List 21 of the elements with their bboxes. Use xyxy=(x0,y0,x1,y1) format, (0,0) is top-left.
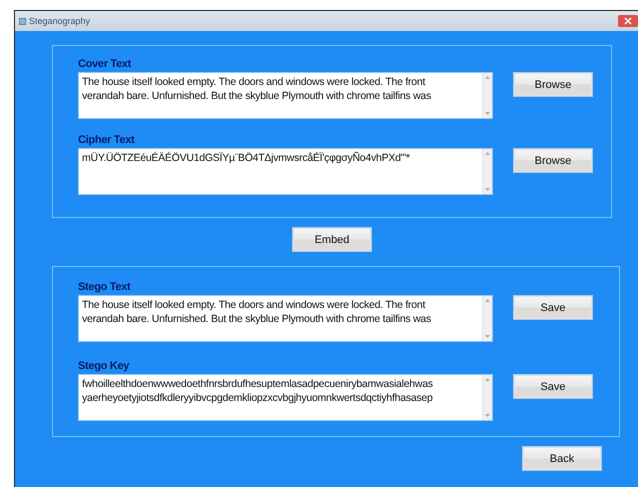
scroll-bar[interactable] xyxy=(482,149,492,194)
scroll-bar[interactable] xyxy=(482,375,492,420)
scroll-bar[interactable] xyxy=(482,73,492,118)
field-label: Stego Text xyxy=(78,280,130,294)
app-icon xyxy=(19,18,26,24)
scroll-bar[interactable] xyxy=(482,296,492,341)
browse-button[interactable]: Browse xyxy=(513,148,593,173)
window-title: Steganography xyxy=(29,16,90,26)
text-area[interactable]: The house itself looked empty. The doors and windows were locked. The front verandah bare. Unfurnished. But the skyblue Plymouth with chrome tailfins was xyxy=(78,72,493,119)
text-area[interactable]: The house itself looked empty. The doors and windows were locked. The front verandah bare. Unfurnished. But the skyblue Plymouth with chrome tailfins was xyxy=(78,295,493,342)
back-button[interactable]: Back xyxy=(522,446,602,471)
embed-button[interactable]: Embed xyxy=(292,227,372,252)
text-area[interactable]: fwhoilleelthdoenwwwedoethfnrsbrdufhesuptemlasadpecuenirybamwasialehwas yaerheyoetyjiotsdfkdleryyibvcpgdemkliopzxcvbgjhyuomnkwertsdqctiyhfhasasep xyxy=(78,374,493,421)
save-button[interactable]: Save xyxy=(513,374,593,399)
field-label: Cipher Text xyxy=(78,133,134,147)
browse-button[interactable]: Browse xyxy=(513,72,593,97)
close-icon[interactable] xyxy=(618,15,638,27)
save-button[interactable]: Save xyxy=(513,295,593,320)
field-label: Cover Text xyxy=(78,57,132,71)
field-label: Stego Key xyxy=(78,359,130,373)
text-area[interactable]: mÜY.ÜÖTZEéuÉÄÉÖVU1dGSÏYµ¨BÖ4TΔjvmwsrcåÉÏ'çφgσyÑo4vhPXd'"* xyxy=(78,148,493,195)
